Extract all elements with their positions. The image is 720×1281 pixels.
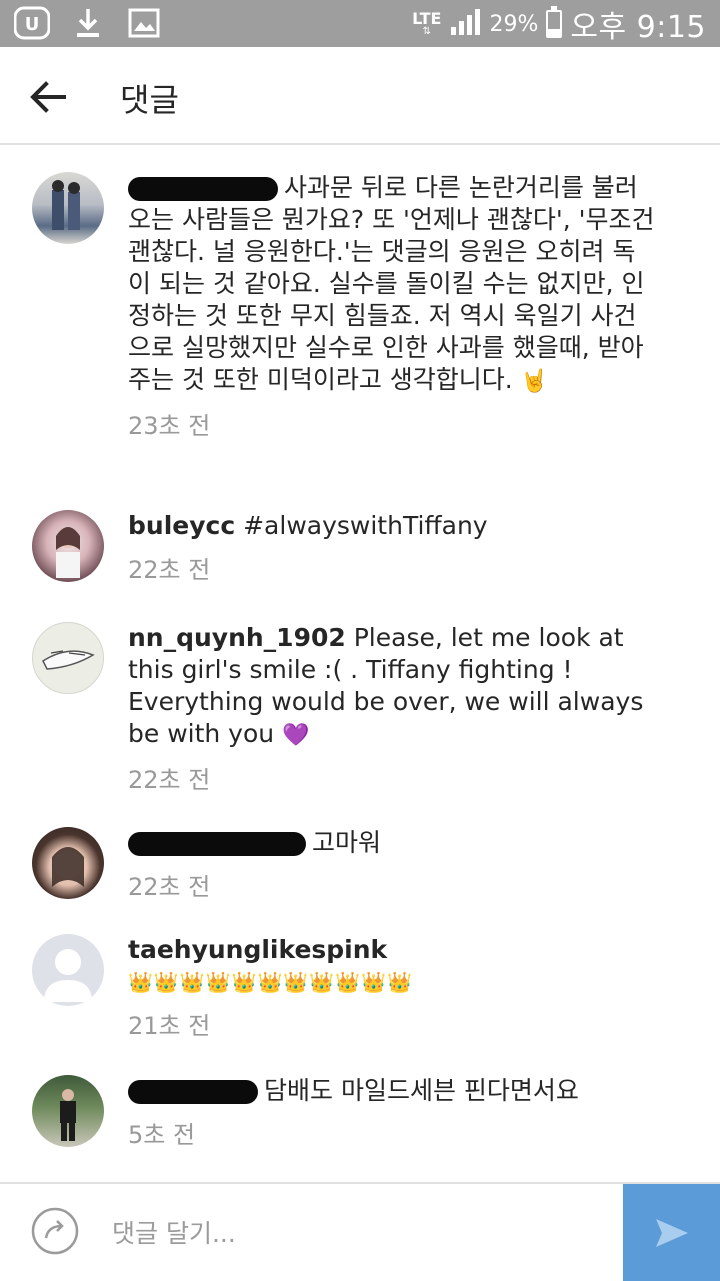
comment-text: 담배도 마일드세븐 핀다면서요 — [128, 1075, 658, 1107]
comment-body: 담배도 마일드세븐 핀다면서요 — [264, 1076, 579, 1105]
comment-body: #alwayswithTiffany — [243, 511, 488, 540]
comment-composer — [0, 1182, 720, 1281]
purple-heart-emoji: 💜 — [282, 723, 310, 748]
network-type: LTE — [412, 9, 442, 28]
redacted-username — [128, 1080, 258, 1104]
comment-text: nn_quynh_1902 Please, let me look at thi… — [128, 622, 658, 752]
share-arrow-icon[interactable] — [30, 1206, 80, 1256]
avatar[interactable] — [32, 1075, 104, 1147]
comment-text: taehyunglikespink — [128, 934, 658, 966]
download-icon — [70, 6, 106, 40]
comment-timestamp: 22초 전 — [128, 766, 211, 794]
signal-icon — [449, 7, 481, 41]
page-title: 댓글 — [120, 81, 179, 119]
comment-text: buleycc #alwayswithTiffany — [128, 510, 658, 542]
comment-timestamp: 5초 전 — [128, 1121, 196, 1149]
redacted-username — [128, 177, 278, 201]
comment-body: 사과문 뒤로 다른 논란거리를 불러오는 사람들은 뭔가요? 또 '언제나 괜찮… — [128, 173, 655, 394]
avatar[interactable] — [32, 510, 104, 582]
avatar[interactable] — [32, 622, 104, 694]
svg-text:U: U — [25, 14, 40, 35]
app-badge-icon: U — [14, 6, 50, 40]
comment-username[interactable]: buleycc — [128, 511, 235, 540]
app-bar: 댓글 — [0, 47, 720, 145]
clock: 오후 9:15 — [570, 2, 706, 46]
comment-username[interactable]: taehyunglikespink — [128, 935, 387, 964]
comment-timestamp: 22초 전 — [128, 556, 211, 584]
send-button[interactable] — [623, 1184, 720, 1281]
comment-username[interactable]: nn_quynh_1902 — [128, 623, 346, 652]
send-icon — [655, 1218, 688, 1247]
comment-text: 고마워 — [128, 827, 658, 859]
rock-hand-emoji: 🤘 — [520, 369, 549, 394]
avatar[interactable] — [32, 934, 104, 1006]
network-indicator: LTE ⇅ — [412, 9, 442, 37]
comment-timestamp: 23초 전 — [128, 412, 211, 440]
crown-emojis: 👑👑👑👑👑👑👑👑👑👑👑 — [128, 970, 413, 994]
battery-percent: 29% — [489, 11, 539, 37]
image-icon — [126, 6, 162, 40]
comment-timestamp: 21초 전 — [128, 1012, 211, 1040]
comment-input[interactable] — [110, 1212, 614, 1254]
comment-text: 사과문 뒤로 다른 논란거리를 불러오는 사람들은 뭔가요? 또 '언제나 괜찮… — [128, 172, 658, 398]
redacted-username — [128, 832, 306, 856]
arrow-left-icon[interactable] — [24, 73, 72, 121]
clock-ampm: 오후 — [570, 10, 627, 45]
status-bar: U LTE ⇅ 29% 오후 9:15 — [0, 0, 720, 47]
comment-body: 고마워 — [312, 828, 382, 857]
avatar[interactable] — [32, 827, 104, 899]
clock-time: 9:15 — [636, 10, 706, 45]
avatar[interactable] — [32, 172, 104, 244]
battery-icon — [546, 6, 563, 38]
comment-timestamp: 22초 전 — [128, 873, 211, 901]
comment-list[interactable]: 사과문 뒤로 다른 논란거리를 불러오는 사람들은 뭔가요? 또 '언제나 괜찮… — [0, 147, 720, 1182]
